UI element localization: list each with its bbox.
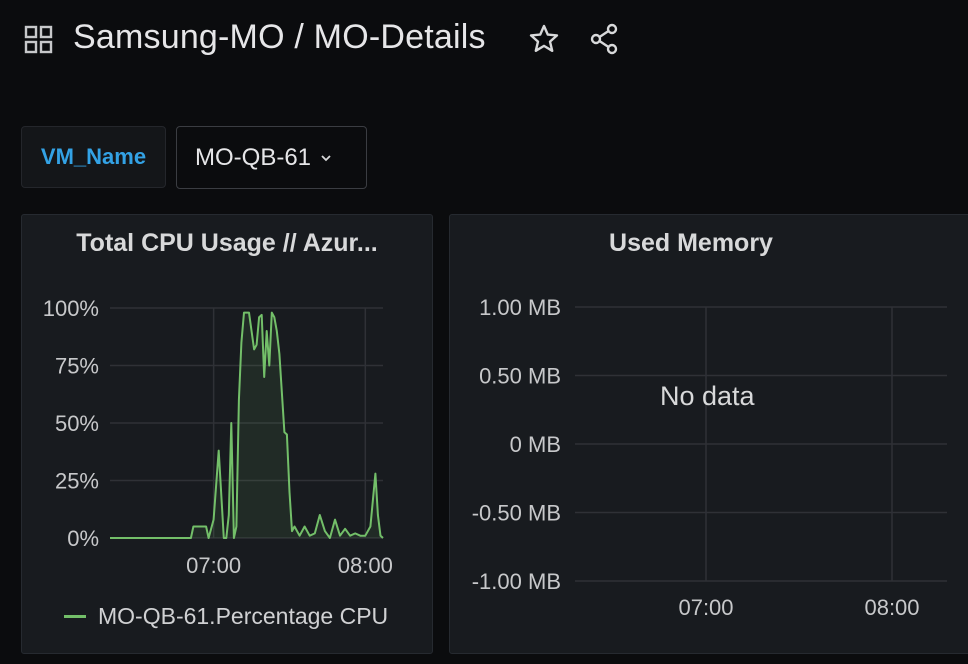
used-memory-chart: -1.00 MB -0.50 MB 0 MB 0.50 MB 1.00 MB 07:00 0… [472,295,947,620]
y-tick-label: 0.50 MB [479,364,561,389]
star-icon[interactable] [528,23,560,55]
y-tick-label: 75% [55,354,99,379]
cpu-usage-panel[interactable]: Total CPU Usage // Azur... 0% 25% 50% 75% 10… [21,214,433,654]
x-tick-label: 07:00 [678,595,733,620]
grid-icon[interactable] [24,25,54,55]
y-tick-label: 50% [55,411,99,436]
page-title[interactable]: Samsung-MO / MO-Details [73,18,486,57]
chevron-down-icon [321,154,331,161]
cpu-legend[interactable]: MO-QB-61.Percentage CPU [64,603,388,630]
x-tick-label: 08:00 [864,595,919,620]
x-tick-label: 07:00 [186,553,241,578]
no-data-message: No data [660,381,755,411]
variable-label-vm-name: VM_Name [21,126,166,188]
vm-name-select[interactable]: MO-QB-61 [176,126,367,189]
legend-swatch [64,615,86,618]
share-icon[interactable] [588,23,620,55]
vm-name-selected-value: MO-QB-61 [195,143,312,171]
legend-label: MO-QB-61.Percentage CPU [98,603,389,629]
y-tick-label: -0.50 MB [472,501,561,526]
dashboard-header: Samsung-MO / MO-Details [0,0,968,80]
y-tick-label: 25% [55,469,99,494]
used-memory-panel[interactable]: Used Memory -1.00 MB -0.50 MB 0 MB 0.50 MB 1… [449,214,968,654]
x-tick-label: 08:00 [338,553,393,578]
y-tick-label: -1.00 MB [472,569,561,594]
y-tick-label: 1.00 MB [479,295,561,320]
cpu-usage-chart: 0% 25% 50% 75% 100% 07:00 08:00 [43,296,393,578]
y-tick-label: 0 MB [510,432,561,457]
cpu-area-fill [110,312,383,538]
y-tick-label: 100% [43,296,99,321]
y-tick-label: 0% [67,526,99,551]
